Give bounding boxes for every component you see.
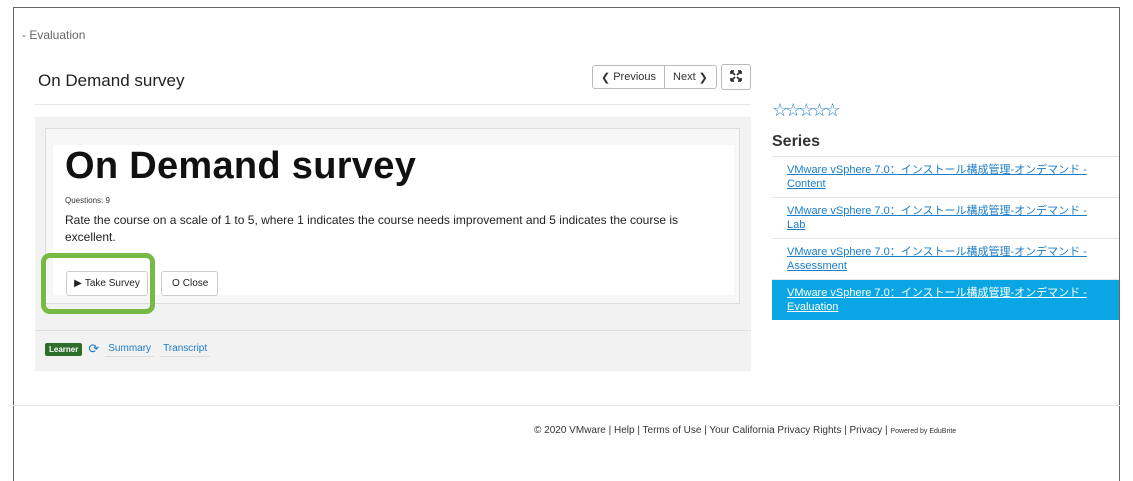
series-item-evaluation[interactable]: VMware vSphere 7.0：インストール構成管理-オンデマンド - E… [772,279,1119,320]
learner-badge: Learner [45,342,83,356]
page-footer: © 2020 VMware | Help | Terms of Use | Yo… [534,425,956,436]
main-panel: On Demand survey ❮ Previous Next ❯ On De… [35,61,751,371]
chevron-right-icon: ❯ [698,71,708,84]
close-label: Close [182,278,209,289]
content-area: On Demand survey Questions: 9 Rate the c… [35,117,751,371]
series-item-assessment[interactable]: VMware vSphere 7.0：インストール構成管理-オンデマンド - A… [772,238,1119,279]
close-button[interactable]: O Close [161,271,218,296]
learner-bar: Learner ⟳ Summary Transcript [45,339,211,359]
survey-body: On Demand survey Questions: 9 Rate the c… [53,145,734,296]
series-link[interactable]: VMware vSphere 7.0：インストール構成管理-オンデマンド - C… [787,164,1087,190]
next-button[interactable]: Next ❯ [664,66,716,88]
rating-stars[interactable]: ☆☆☆☆☆ [772,100,841,121]
close-circle-icon: O [172,278,180,289]
series-link[interactable]: VMware vSphere 7.0：インストール構成管理-オンデマンド - L… [787,205,1087,231]
fullscreen-button[interactable] [721,64,751,90]
survey-description: Rate the course on a scale of 1 to 5, wh… [65,213,679,244]
series-list: VMware vSphere 7.0：インストール構成管理-オンデマンド - C… [772,156,1119,320]
series-link[interactable]: VMware vSphere 7.0：インストール構成管理-オンデマンド - E… [787,287,1087,313]
next-label: Next [673,71,696,83]
question-count: Questions: 9 [65,196,110,205]
series-link[interactable]: VMware vSphere 7.0：インストール構成管理-オンデマンド - A… [787,246,1087,272]
transcript-link[interactable]: Transcript [160,341,211,357]
pager: ❮ Previous Next ❯ [592,65,717,89]
series-item-content[interactable]: VMware vSphere 7.0：インストール構成管理-オンデマンド - C… [772,156,1119,197]
highlight-box [41,253,155,314]
breadcrumb[interactable]: - Evaluation [22,28,85,42]
powered-by: Powered by EduBrite [890,428,957,435]
panel-header: On Demand survey ❮ Previous Next ❯ [35,61,751,105]
refresh-icon[interactable]: ⟳ [88,341,99,357]
chevron-left-icon: ❮ [601,71,611,84]
expand-icon [730,69,742,85]
survey-title: On Demand survey [65,145,417,187]
series-heading: Series [772,133,821,150]
summary-link[interactable]: Summary [105,341,155,357]
footer-links[interactable]: © 2020 VMware | Help | Terms of Use | Yo… [534,425,888,436]
previous-button[interactable]: ❮ Previous [593,66,664,88]
divider [35,330,751,331]
previous-label: Previous [613,71,657,83]
series-item-lab[interactable]: VMware vSphere 7.0：インストール構成管理-オンデマンド - L… [772,197,1119,238]
page-title: On Demand survey [38,71,185,90]
footer-divider [13,405,1120,406]
